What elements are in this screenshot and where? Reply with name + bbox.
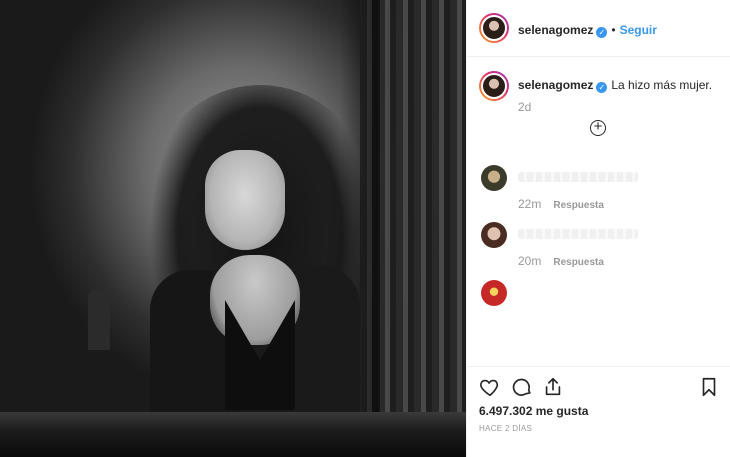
load-more-comments-button[interactable]: +	[590, 119, 606, 136]
verified-badge-icon: ✓	[596, 27, 608, 38]
commenter-avatar[interactable]	[481, 222, 507, 248]
comment-icon[interactable]	[511, 376, 533, 398]
comment-text-blurred	[518, 172, 638, 182]
comment-text-blurred	[518, 229, 638, 239]
caption-time[interactable]: 2d	[518, 100, 531, 114]
bookmark-icon[interactable]	[698, 376, 720, 398]
instagram-post: selenagomez ✓ • Seguir selenagomez ✓ La hizo …	[0, 0, 730, 457]
comment-time[interactable]: 20m	[518, 254, 541, 268]
caption-username[interactable]: selenagomez	[518, 78, 593, 92]
follow-button[interactable]: Seguir	[620, 23, 657, 37]
verified-badge-icon: ✓	[596, 82, 608, 93]
photo-chair	[88, 290, 110, 350]
avatar[interactable]	[479, 13, 509, 43]
photo-face	[205, 150, 285, 250]
reply-button[interactable]: Respuesta	[553, 200, 604, 211]
header-username[interactable]: selenagomez	[518, 23, 593, 37]
post-header: selenagomez ✓ • Seguir	[467, 0, 730, 57]
caption-avatar[interactable]	[479, 71, 509, 101]
photo-table	[0, 412, 466, 457]
likes-count[interactable]: 6.497.302 me gusta	[479, 404, 588, 418]
caption-text: La hizo más mujer.	[611, 78, 713, 92]
comment-time[interactable]: 22m	[518, 197, 541, 211]
heart-icon[interactable]	[479, 376, 501, 398]
post-actions: 6.497.302 me gusta HACE 2 DÍAS	[467, 366, 730, 457]
posted-time[interactable]: HACE 2 DÍAS	[479, 424, 532, 433]
share-icon[interactable]	[542, 376, 564, 398]
header-separator: •	[611, 23, 616, 37]
commenter-avatar[interactable]	[481, 280, 507, 306]
post-photo[interactable]	[0, 0, 466, 457]
reply-button[interactable]: Respuesta	[553, 257, 604, 268]
post-side-panel: selenagomez ✓ • Seguir selenagomez ✓ La hizo …	[466, 0, 730, 457]
commenter-avatar[interactable]	[481, 165, 507, 191]
